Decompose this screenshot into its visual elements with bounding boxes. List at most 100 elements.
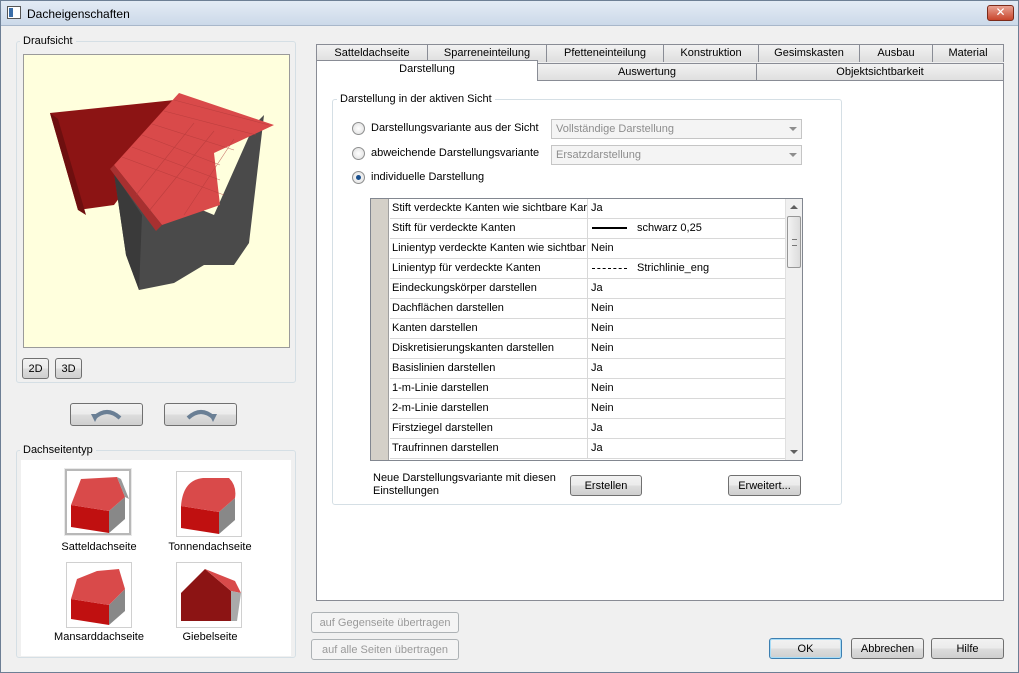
property-name: 1-m-Linie darstellen	[390, 379, 588, 398]
table-row[interactable]: Stift verdeckte Kanten wie sichtbare Kar…	[390, 199, 785, 219]
cancel-button[interactable]: Abbrechen	[851, 638, 924, 659]
property-name: Stift für verdeckte Kanten	[390, 219, 588, 238]
roof-type-list	[21, 460, 291, 656]
rotate-left-button[interactable]	[70, 403, 143, 426]
property-value[interactable]: schwarz 0,25	[589, 219, 785, 238]
radio-button-checked[interactable]	[352, 171, 365, 184]
table-row[interactable]: Diskretisierungskanten darstellen Nein	[390, 339, 785, 359]
tab-darstellung[interactable]: Darstellung	[316, 60, 538, 81]
tab-konstruktion[interactable]: Konstruktion	[663, 44, 759, 62]
roof-type-thumb-tonnendach[interactable]	[176, 471, 242, 537]
table-row[interactable]: 1-m-Linie darstellen Nein	[390, 379, 785, 399]
title-bar: Dacheigenschaften ✕	[1, 1, 1018, 26]
property-name: 2-m-Linie darstellen	[390, 399, 588, 418]
tab-ausbau[interactable]: Ausbau	[859, 44, 933, 62]
dialog-window: Dacheigenschaften ✕ Draufsicht 2D 3D Dac…	[0, 0, 1019, 673]
linetype-value: Strichlinie_eng	[637, 262, 710, 274]
chevron-down-icon	[789, 153, 797, 157]
roof-type-thumb-giebelseite[interactable]	[176, 562, 242, 628]
view-variant-value: Vollständige Darstellung	[556, 123, 675, 135]
display-group-label: Darstellung in der aktiven Sicht	[337, 93, 495, 105]
table-row[interactable]: 2-m-Linie darstellen Nein	[390, 399, 785, 419]
roof-type-label-mansarddach[interactable]: Mansarddachseite	[44, 631, 154, 643]
table-row[interactable]: Dachflächen darstellen Nein	[390, 299, 785, 319]
scroll-up-icon[interactable]	[790, 205, 798, 209]
advanced-button[interactable]: Erweitert...	[728, 475, 801, 496]
property-value[interactable]: Strichlinie_eng	[589, 259, 785, 278]
mansard-roof-icon	[71, 569, 125, 625]
property-name: Firstziegel darstellen	[390, 419, 588, 438]
roof-type-label-giebelseite[interactable]: Giebelseite	[155, 631, 265, 643]
alternate-variant-select[interactable]: Ersatzdarstellung	[551, 145, 802, 165]
property-value[interactable]: Ja	[589, 199, 785, 218]
radio-label: Darstellungsvariante aus der Sicht	[371, 122, 539, 134]
scroll-down-icon[interactable]	[790, 450, 798, 454]
tab-gesimskasten[interactable]: Gesimskasten	[758, 44, 860, 62]
view-2d-button[interactable]: 2D	[22, 358, 49, 379]
chevron-down-icon	[789, 127, 797, 131]
help-button[interactable]: Hilfe	[931, 638, 1004, 659]
table-row[interactable]: Kanten darstellen Nein	[390, 319, 785, 339]
tab-auswertung[interactable]: Auswertung	[537, 63, 757, 81]
property-value[interactable]: Ja	[589, 279, 785, 298]
property-name: Traufrinnen darstellen	[390, 439, 588, 458]
rotate-left-icon	[90, 410, 121, 422]
property-value[interactable]: Ja	[589, 439, 785, 458]
create-button[interactable]: Erstellen	[570, 475, 642, 496]
table-row[interactable]: Eindeckungskörper darstellen Ja	[390, 279, 785, 299]
property-value[interactable]: Nein	[589, 379, 785, 398]
tab-objektsichtbarkeit[interactable]: Objektsichtbarkeit	[756, 63, 1004, 81]
property-name: Linientyp für verdeckte Kanten	[390, 259, 588, 278]
pen-value: schwarz 0,25	[637, 222, 702, 234]
table-row[interactable]: Linientyp für verdeckte Kanten Strichlin…	[390, 259, 785, 279]
window-title: Dacheigenschaften	[27, 7, 130, 21]
roof-type-label: Dachseitentyp	[20, 444, 96, 456]
barrel-roof-icon	[181, 478, 236, 534]
tab-material[interactable]: Material	[932, 44, 1004, 62]
roof-type-thumb-satteldach[interactable]	[65, 469, 131, 535]
tab-pfetteneinteilung[interactable]: Pfetteneinteilung	[546, 44, 664, 62]
roof-type-thumb-mansarddach[interactable]	[66, 562, 132, 628]
roof-3d-view	[50, 93, 274, 290]
property-name: Stift verdeckte Kanten wie sichtbare Kar	[390, 199, 588, 218]
property-value[interactable]: Ja	[589, 419, 785, 438]
roof-type-label-satteldach[interactable]: Satteldachseite	[44, 541, 154, 553]
view-3d-button[interactable]: 3D	[55, 358, 82, 379]
table-row[interactable]: Basislinien darstellen Ja	[390, 359, 785, 379]
ok-button[interactable]: OK	[769, 638, 842, 659]
alternate-variant-value: Ersatzdarstellung	[556, 149, 641, 161]
transfer-all-button[interactable]: auf alle Seiten übertragen	[311, 639, 459, 660]
property-name: Linientyp verdeckte Kanten wie sichtbar	[390, 239, 588, 258]
view-variant-select[interactable]: Vollständige Darstellung	[551, 119, 802, 139]
table-row[interactable]: Linientyp verdeckte Kanten wie sichtbar …	[390, 239, 785, 259]
radio-button[interactable]	[352, 122, 365, 135]
property-value[interactable]: Nein	[589, 239, 785, 258]
app-icon	[7, 6, 21, 19]
dashed-line-sample	[592, 267, 627, 269]
table-row[interactable]: Traufrinnen darstellen Ja	[390, 439, 785, 459]
property-value[interactable]: Ja	[589, 359, 785, 378]
roof-type-label-tonnendach[interactable]: Tonnendachseite	[155, 541, 265, 553]
rotate-right-button[interactable]	[164, 403, 237, 426]
transfer-opposite-button[interactable]: auf Gegenseite übertragen	[311, 612, 459, 633]
property-value[interactable]: Nein	[589, 339, 785, 358]
top-view-label: Draufsicht	[20, 35, 76, 47]
roof-preview[interactable]	[23, 54, 290, 348]
property-name: Diskretisierungskanten darstellen	[390, 339, 588, 358]
property-value[interactable]: Nein	[589, 299, 785, 318]
radio-label: abweichende Darstellungsvariante	[371, 147, 540, 159]
gable-roof-icon	[71, 477, 129, 533]
property-value[interactable]: Nein	[589, 319, 785, 338]
scroll-thumb[interactable]	[787, 216, 801, 268]
radio-button[interactable]	[352, 147, 365, 160]
property-grid[interactable]: Stift verdeckte Kanten wie sichtbare Kar…	[370, 198, 803, 461]
table-row[interactable]: Firstziegel darstellen Ja	[390, 419, 785, 439]
gable-side-icon	[181, 569, 241, 621]
new-variant-text: Neue Darstellungsvariante mit diesen Ein…	[373, 472, 556, 497]
radio-label: individuelle Darstellung	[371, 171, 485, 183]
property-value[interactable]: Nein	[589, 399, 785, 418]
close-button[interactable]: ✕	[987, 5, 1014, 21]
grid-scrollbar[interactable]	[785, 199, 802, 460]
property-name: Kanten darstellen	[390, 319, 588, 338]
table-row[interactable]: Stift für verdeckte Kanten schwarz 0,25	[390, 219, 785, 239]
